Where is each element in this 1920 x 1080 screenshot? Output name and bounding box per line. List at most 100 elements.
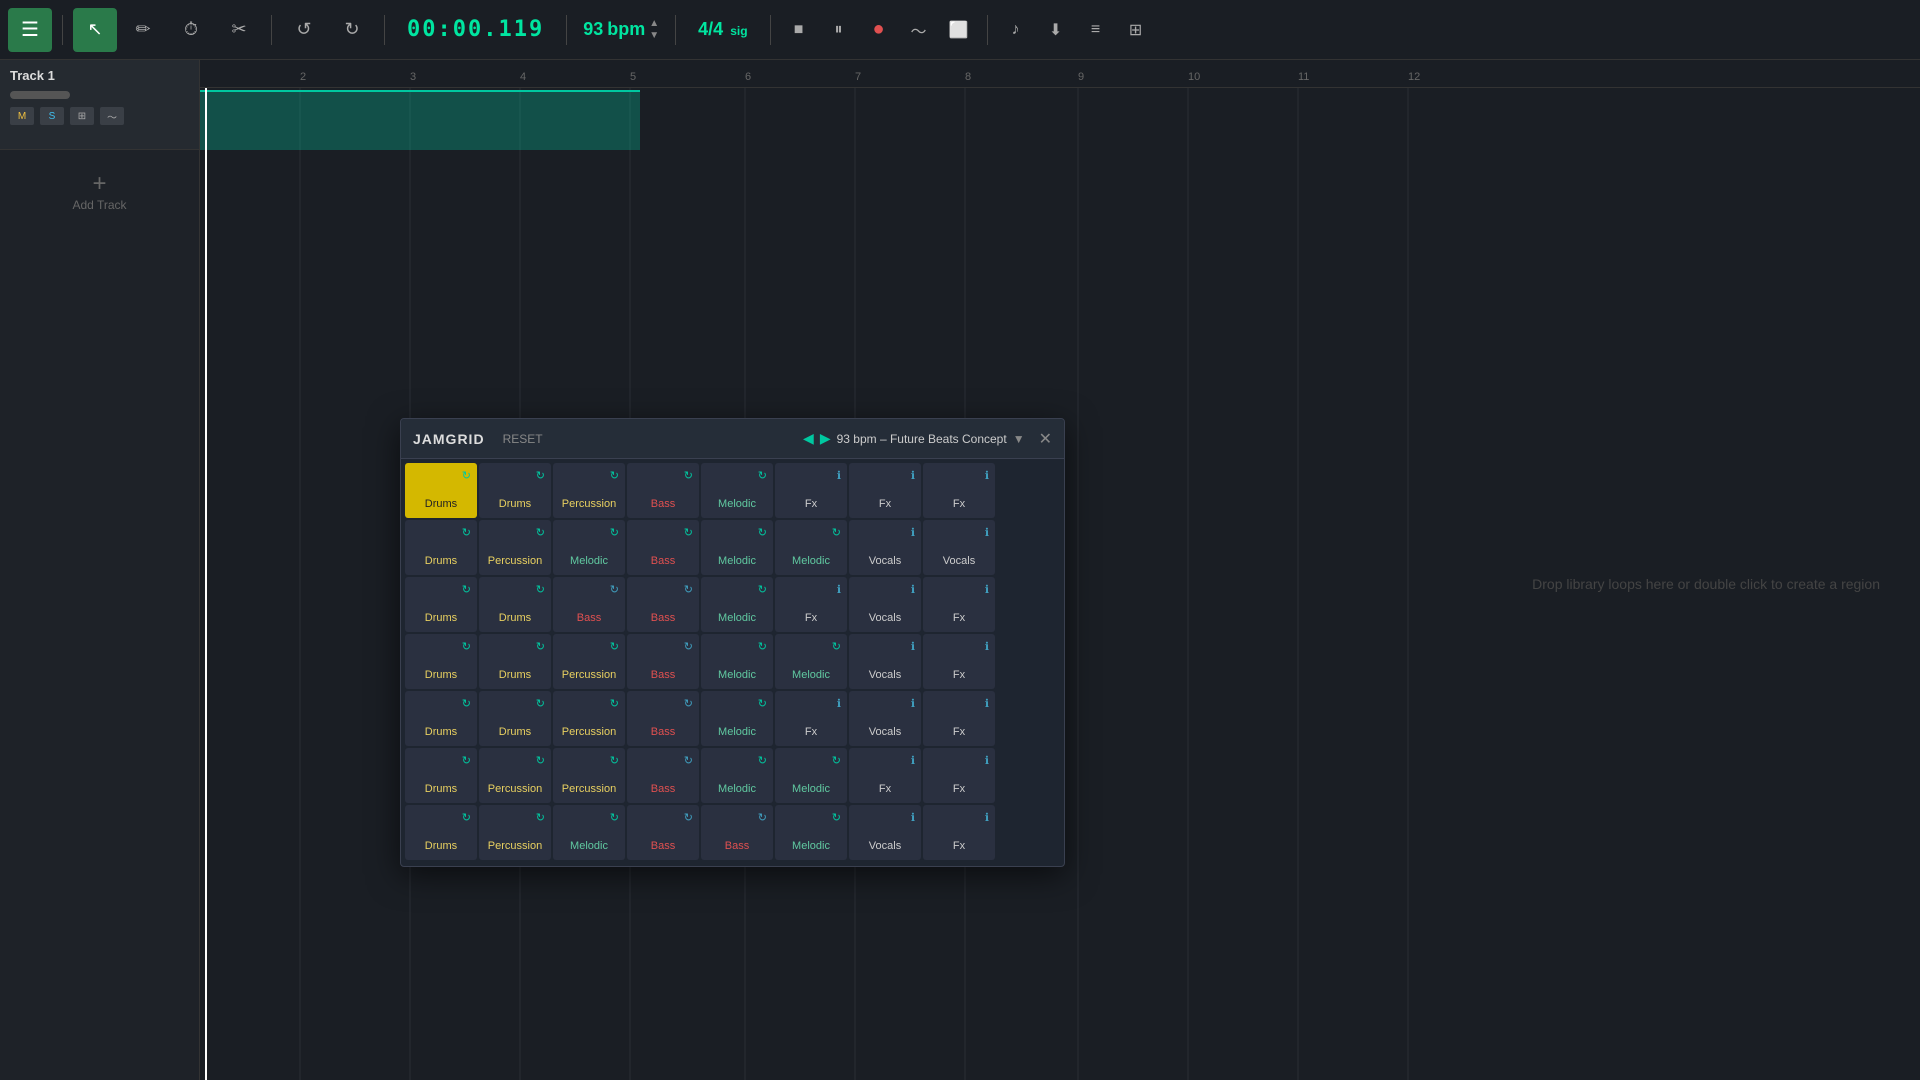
scissors-tool-button[interactable]: ✂ bbox=[217, 8, 261, 52]
add-track-button[interactable]: + Add Track bbox=[0, 150, 199, 232]
jamgrid-cell-0-6[interactable]: ℹFx bbox=[849, 463, 921, 518]
jamgrid-cell-5-3[interactable]: ↻Bass bbox=[627, 748, 699, 803]
jamgrid-row-6: ↻Drums↻Percussion↻Melodic↻Bass↻Bass↻Melo… bbox=[405, 805, 1060, 860]
track-content[interactable]: Drop library loops here or double click … bbox=[200, 88, 1920, 1080]
jamgrid-cell-0-0[interactable]: ↻Drums bbox=[405, 463, 477, 518]
pencil-tool-button[interactable]: ✏ bbox=[121, 8, 165, 52]
waveform-button[interactable]: 〜 bbox=[901, 12, 937, 48]
record-button[interactable]: ● bbox=[861, 12, 897, 48]
track-wave-button[interactable]: 〜 bbox=[100, 107, 124, 125]
jamgrid-cell-0-2[interactable]: ↻Percussion bbox=[553, 463, 625, 518]
time-signature-display[interactable]: 4/4 sig bbox=[698, 19, 747, 40]
cursor-tool-button[interactable]: ↖ bbox=[73, 8, 117, 52]
jamgrid-cell-1-4[interactable]: ↻Melodic bbox=[701, 520, 773, 575]
jamgrid-cell-1-1[interactable]: ↻Percussion bbox=[479, 520, 551, 575]
solo-button[interactable]: S bbox=[40, 107, 64, 125]
jamgrid-cell-4-2[interactable]: ↻Percussion bbox=[553, 691, 625, 746]
jamgrid-cell-0-5[interactable]: ℹFx bbox=[775, 463, 847, 518]
jamgrid-cell-1-0[interactable]: ↻Drums bbox=[405, 520, 477, 575]
jamgrid-cell-6-1[interactable]: ↻Percussion bbox=[479, 805, 551, 860]
jamgrid-cell-6-6[interactable]: ℹVocals bbox=[849, 805, 921, 860]
jamgrid-dropdown-button[interactable]: ▼ bbox=[1013, 432, 1025, 446]
cell-label-3-0: Drums bbox=[425, 669, 457, 681]
redo-button[interactable]: ↻ bbox=[330, 8, 374, 52]
jamgrid-cell-5-1[interactable]: ↻Percussion bbox=[479, 748, 551, 803]
jamgrid-cell-3-2[interactable]: ↻Percussion bbox=[553, 634, 625, 689]
jamgrid-cell-2-4[interactable]: ↻Melodic bbox=[701, 577, 773, 632]
browse-button[interactable]: ♪ bbox=[998, 12, 1034, 48]
jamgrid-cell-1-7[interactable]: ℹVocals bbox=[923, 520, 995, 575]
jamgrid-cell-4-5[interactable]: ℹFx bbox=[775, 691, 847, 746]
cell-label-5-1: Percussion bbox=[488, 783, 542, 795]
jamgrid-cell-4-6[interactable]: ℹVocals bbox=[849, 691, 921, 746]
add-track-label: Add Track bbox=[72, 198, 126, 212]
jamgrid-cell-6-3[interactable]: ↻Bass bbox=[627, 805, 699, 860]
jamgrid-cell-4-4[interactable]: ↻Melodic bbox=[701, 691, 773, 746]
jamgrid-cell-4-7[interactable]: ℹFx bbox=[923, 691, 995, 746]
jamgrid-prev-button[interactable]: ◀ bbox=[803, 430, 814, 447]
jamgrid-cell-5-2[interactable]: ↻Percussion bbox=[553, 748, 625, 803]
jamgrid-cell-0-1[interactable]: ↻Drums bbox=[479, 463, 551, 518]
jamgrid-row-5: ↻Drums↻Percussion↻Percussion↻Bass↻Melodi… bbox=[405, 748, 1060, 803]
jamgrid-cell-6-0[interactable]: ↻Drums bbox=[405, 805, 477, 860]
jamgrid-cell-3-4[interactable]: ↻Melodic bbox=[701, 634, 773, 689]
cell-icon-4-3: ↻ bbox=[684, 697, 693, 710]
bpm-up-arrow[interactable]: ▲ bbox=[649, 18, 659, 29]
jamgrid-cell-6-5[interactable]: ↻Melodic bbox=[775, 805, 847, 860]
clock-icon: ⏱ bbox=[184, 19, 198, 40]
jamgrid-cell-3-6[interactable]: ℹVocals bbox=[849, 634, 921, 689]
jamgrid-cell-6-7[interactable]: ℹFx bbox=[923, 805, 995, 860]
stop-button[interactable]: ■ bbox=[781, 12, 817, 48]
import-button[interactable]: ⬇ bbox=[1038, 12, 1074, 48]
grid-button[interactable]: ⊞ bbox=[1118, 12, 1154, 48]
jamgrid-cell-5-0[interactable]: ↻Drums bbox=[405, 748, 477, 803]
jamgrid-cell-1-2[interactable]: ↻Melodic bbox=[553, 520, 625, 575]
jamgrid-cell-5-6[interactable]: ℹFx bbox=[849, 748, 921, 803]
pause-button[interactable]: ⏸ bbox=[821, 12, 857, 48]
jamgrid-cell-0-4[interactable]: ↻Melodic bbox=[701, 463, 773, 518]
jamgrid-cell-2-1[interactable]: ↻Drums bbox=[479, 577, 551, 632]
mixer-button[interactable]: ≡ bbox=[1078, 12, 1114, 48]
bpm-display[interactable]: 93 bpm ▲ ▼ bbox=[583, 18, 659, 41]
jamgrid-cell-1-5[interactable]: ↻Melodic bbox=[775, 520, 847, 575]
jamgrid-cell-2-6[interactable]: ℹVocals bbox=[849, 577, 921, 632]
jamgrid-reset-button[interactable]: RESET bbox=[497, 430, 549, 448]
jamgrid-cell-3-5[interactable]: ↻Melodic bbox=[775, 634, 847, 689]
jamgrid-cell-0-3[interactable]: ↻Bass bbox=[627, 463, 699, 518]
jamgrid-cell-6-2[interactable]: ↻Melodic bbox=[553, 805, 625, 860]
track-grid-button[interactable]: ⊞ bbox=[70, 107, 94, 125]
bpm-down-arrow[interactable]: ▼ bbox=[649, 30, 659, 41]
jamgrid-cell-4-1[interactable]: ↻Drums bbox=[479, 691, 551, 746]
undo-button[interactable]: ↺ bbox=[282, 8, 326, 52]
cell-icon-5-2: ↻ bbox=[610, 754, 619, 767]
menu-button[interactable]: ☰ bbox=[8, 8, 52, 52]
jamgrid-cell-6-4[interactable]: ↻Bass bbox=[701, 805, 773, 860]
clock-tool-button[interactable]: ⏱ bbox=[169, 8, 213, 52]
jamgrid-cell-3-3[interactable]: ↻Bass bbox=[627, 634, 699, 689]
jamgrid-cell-5-4[interactable]: ↻Melodic bbox=[701, 748, 773, 803]
jamgrid-cell-2-2[interactable]: ↻Bass bbox=[553, 577, 625, 632]
cell-icon-5-7: ℹ bbox=[985, 754, 989, 767]
jamgrid-cell-3-1[interactable]: ↻Drums bbox=[479, 634, 551, 689]
track-1-fader[interactable] bbox=[10, 91, 70, 99]
loop-button[interactable]: ⬜ bbox=[941, 12, 977, 48]
jamgrid-next-button[interactable]: ▶ bbox=[820, 430, 831, 447]
jamgrid-cell-5-5[interactable]: ↻Melodic bbox=[775, 748, 847, 803]
jamgrid-cell-2-5[interactable]: ℹFx bbox=[775, 577, 847, 632]
jamgrid-close-button[interactable]: ✕ bbox=[1039, 429, 1052, 449]
jamgrid-cell-4-0[interactable]: ↻Drums bbox=[405, 691, 477, 746]
menu-icon: ☰ bbox=[21, 17, 39, 42]
jamgrid-cell-3-7[interactable]: ℹFx bbox=[923, 634, 995, 689]
bpm-arrows[interactable]: ▲ ▼ bbox=[649, 18, 659, 41]
jamgrid-cell-3-0[interactable]: ↻Drums bbox=[405, 634, 477, 689]
jamgrid-cell-5-7[interactable]: ℹFx bbox=[923, 748, 995, 803]
jamgrid-cell-2-7[interactable]: ℹFx bbox=[923, 577, 995, 632]
jamgrid-cell-2-0[interactable]: ↻Drums bbox=[405, 577, 477, 632]
jamgrid-cell-0-7[interactable]: ℹFx bbox=[923, 463, 995, 518]
track-region[interactable] bbox=[200, 90, 640, 150]
jamgrid-cell-1-6[interactable]: ℹVocals bbox=[849, 520, 921, 575]
jamgrid-cell-4-3[interactable]: ↻Bass bbox=[627, 691, 699, 746]
jamgrid-cell-1-3[interactable]: ↻Bass bbox=[627, 520, 699, 575]
jamgrid-cell-2-3[interactable]: ↻Bass bbox=[627, 577, 699, 632]
mute-button[interactable]: M bbox=[10, 107, 34, 125]
